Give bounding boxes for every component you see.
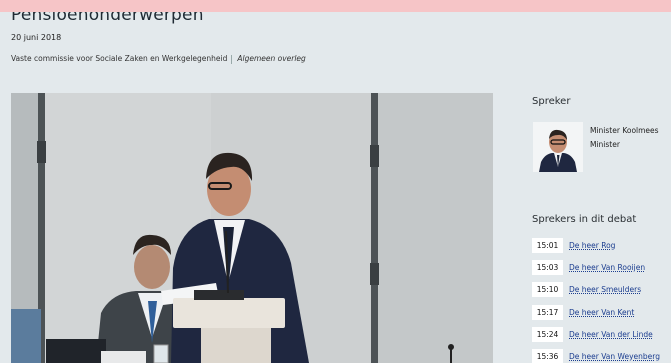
meeting-type: Algemeen overleg xyxy=(237,54,306,63)
committee-name: Vaste commissie voor Sociale Zaken en We… xyxy=(11,54,228,63)
meta-divider xyxy=(231,54,233,64)
speaker-link[interactable]: De heer Van Kent xyxy=(569,308,634,317)
speaker-time: 15:24 xyxy=(532,326,563,342)
page-title: Pensioenonderwerpen xyxy=(11,12,204,25)
speaker-row[interactable]: 15:01 De heer Rog xyxy=(532,238,671,253)
speaker-heading: Spreker xyxy=(532,96,571,107)
debate-date: 20 juni 2018 xyxy=(11,33,62,42)
speaker-row[interactable]: 15:03 De heer Van Rooijen xyxy=(532,260,671,276)
speaker-role: Minister xyxy=(590,140,620,149)
top-band xyxy=(0,0,671,12)
speaker-link[interactable]: De heer Smeulders xyxy=(569,285,641,294)
speaker-row[interactable]: 15:17 De heer Van Kent xyxy=(532,304,671,320)
speaker-time: 15:36 xyxy=(532,348,563,363)
speaker-time: 15:10 xyxy=(532,282,563,298)
speaker-link[interactable]: De heer Van Rooijen xyxy=(569,263,645,272)
speaker-time: 15:03 xyxy=(532,260,563,276)
video-player[interactable] xyxy=(11,93,493,363)
speaker-avatar xyxy=(533,122,583,172)
debate-speakers-list: 15:01 De heer Rog 15:03 De heer Van Rooi… xyxy=(532,238,671,363)
speaker-name: Minister Koolmees xyxy=(590,126,659,135)
page-content: Pensioenonderwerpen 20 juni 2018 Vaste c… xyxy=(0,12,671,363)
speaker-info: Minister Koolmees Minister xyxy=(590,124,659,152)
speaker-time: 15:17 xyxy=(532,304,563,320)
speaker-link[interactable]: De heer Rog xyxy=(569,241,615,250)
speaker-row[interactable]: 15:36 De heer Van Weyenberg xyxy=(532,348,671,363)
speaker-row[interactable]: 15:10 De heer Smeulders xyxy=(532,282,671,298)
speaker-link[interactable]: De heer Van der Linde xyxy=(569,330,653,339)
video-frame xyxy=(11,93,493,363)
debate-speakers-heading: Sprekers in dit debat xyxy=(532,214,637,225)
speaker-link[interactable]: De heer Van Weyenberg xyxy=(569,352,660,361)
speaker-avatar-image xyxy=(533,122,583,172)
speaker-row[interactable]: 15:24 De heer Van der Linde xyxy=(532,326,671,342)
speaker-time: 15:01 xyxy=(532,238,563,253)
debate-meta: Vaste commissie voor Sociale Zaken en We… xyxy=(11,54,306,64)
